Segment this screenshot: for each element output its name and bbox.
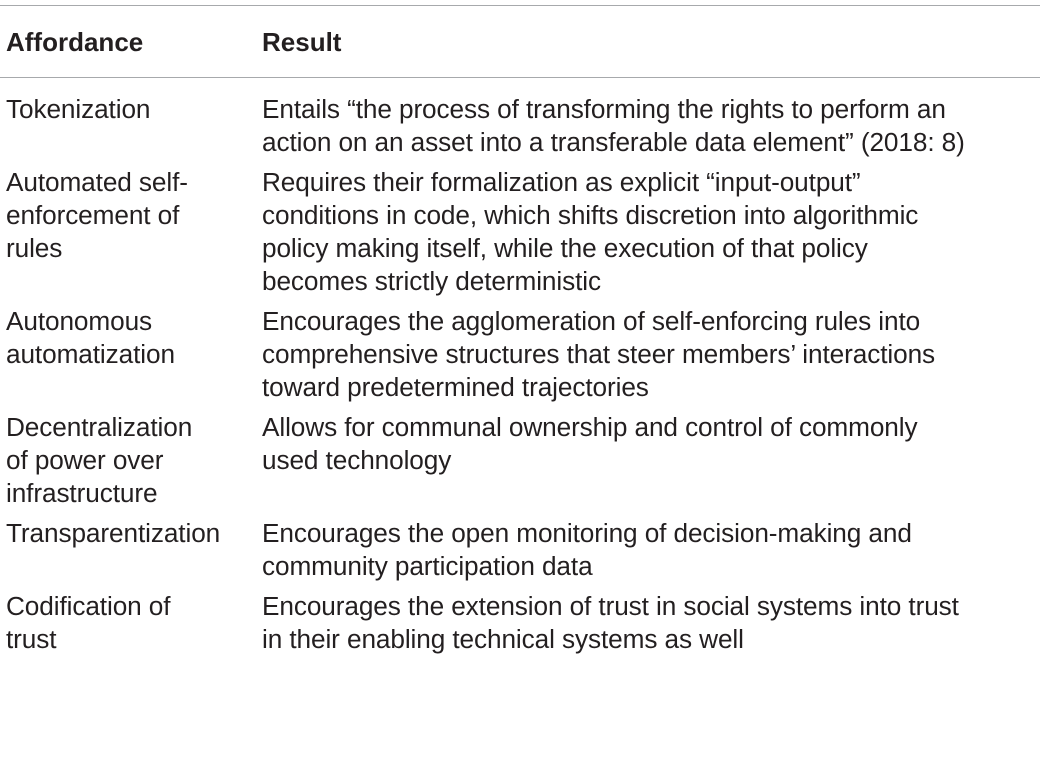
header-row: Affordance Result: [6, 6, 1040, 77]
affordance-text-line: of power over: [6, 445, 164, 475]
affordance-text-line: infrastructure: [6, 478, 158, 508]
table-row: Decentralization of power over infrastruct…: [6, 411, 1040, 517]
affordance-text-line: Automated self-: [6, 167, 188, 197]
result-cell: Encourages the agglomeration of self-enf…: [262, 305, 1040, 411]
affordance-text-line: Tokenization: [6, 94, 151, 124]
table-row: Codification of trust Encourages the exten…: [6, 590, 1040, 663]
affordance-cell: Autonomous automatization: [6, 305, 262, 411]
affordance-cell: Automated self-enforcement of rules: [6, 166, 262, 305]
result-text-line: in their enabling technical systems as w…: [262, 624, 744, 654]
result-text-line: Encourages the extension of trust in soc…: [262, 591, 959, 621]
table: Affordance Result: [6, 6, 1040, 77]
result-text-line: policy making itself, while the executio…: [262, 233, 868, 263]
result-text-line: Encourages the agglomeration of self-enf…: [262, 306, 921, 336]
affordance-cell: Decentralization of power over infrastruct…: [6, 411, 262, 517]
affordance-text-line: Transparentization: [6, 518, 221, 548]
result-text-line: becomes strictly deterministic: [262, 266, 601, 296]
affordance-text-line: Decentralization: [6, 412, 193, 442]
table-body: Tokenization Entails “the process of tran…: [6, 78, 1040, 663]
result-cell: Encourages the extension of trust in soc…: [262, 590, 1040, 663]
table-row: Transparentization Encourages the open mo…: [6, 517, 1040, 590]
affordance-text-line: rules: [6, 233, 63, 263]
result-text-line: comprehensive structures that steer memb…: [262, 339, 936, 369]
result-cell: Requires their formalization as explicit…: [262, 166, 1040, 305]
affordance-cell: Transparentization: [6, 517, 262, 590]
result-text-line: Encourages the open monitoring of decisi…: [262, 518, 912, 548]
result-text-line: Allows for communal ownership and contro…: [262, 412, 918, 442]
table-row: Tokenization Entails “the process of tran…: [6, 78, 1040, 166]
affordance-text-line: trust: [6, 624, 57, 654]
result-text-line: community participation data: [262, 551, 593, 581]
header-result: Result: [262, 27, 342, 57]
result-text-line: conditions in code, which shifts discret…: [262, 200, 919, 230]
affordance-cell: Tokenization: [6, 78, 262, 166]
table-row: Automated self-enforcement of rules Requir…: [6, 166, 1040, 305]
affordance-cell: Codification of trust: [6, 590, 262, 663]
result-text-line: Requires their formalization as explicit…: [262, 167, 861, 197]
affordance-text-line: enforcement of: [6, 200, 180, 230]
table-header: Affordance Result: [6, 6, 1040, 77]
header-affordance: Affordance: [6, 27, 144, 57]
table-body-wrap: Tokenization Entails “the process of tran…: [6, 78, 1040, 663]
result-cell: Entails “the process of transforming the…: [262, 78, 1040, 166]
result-text-line: Entails “the process of transforming the…: [262, 94, 946, 124]
affordance-table: Affordance Result Tokenization Entails “t…: [0, 5, 1040, 663]
result-cell: Allows for communal ownership and contro…: [262, 411, 1040, 517]
affordance-text-line: automatization: [6, 339, 175, 369]
table-row: Autonomous automatization Encourages the a…: [6, 305, 1040, 411]
result-text-line: used technology: [262, 445, 452, 475]
affordance-text-line: Autonomous: [6, 306, 153, 336]
result-text-line: action on an asset into a transferable d…: [262, 127, 965, 157]
affordance-text-line: Codification of: [6, 591, 171, 621]
result-text-line: toward predetermined trajectories: [262, 372, 649, 402]
result-cell: Encourages the open monitoring of decisi…: [262, 517, 1040, 590]
